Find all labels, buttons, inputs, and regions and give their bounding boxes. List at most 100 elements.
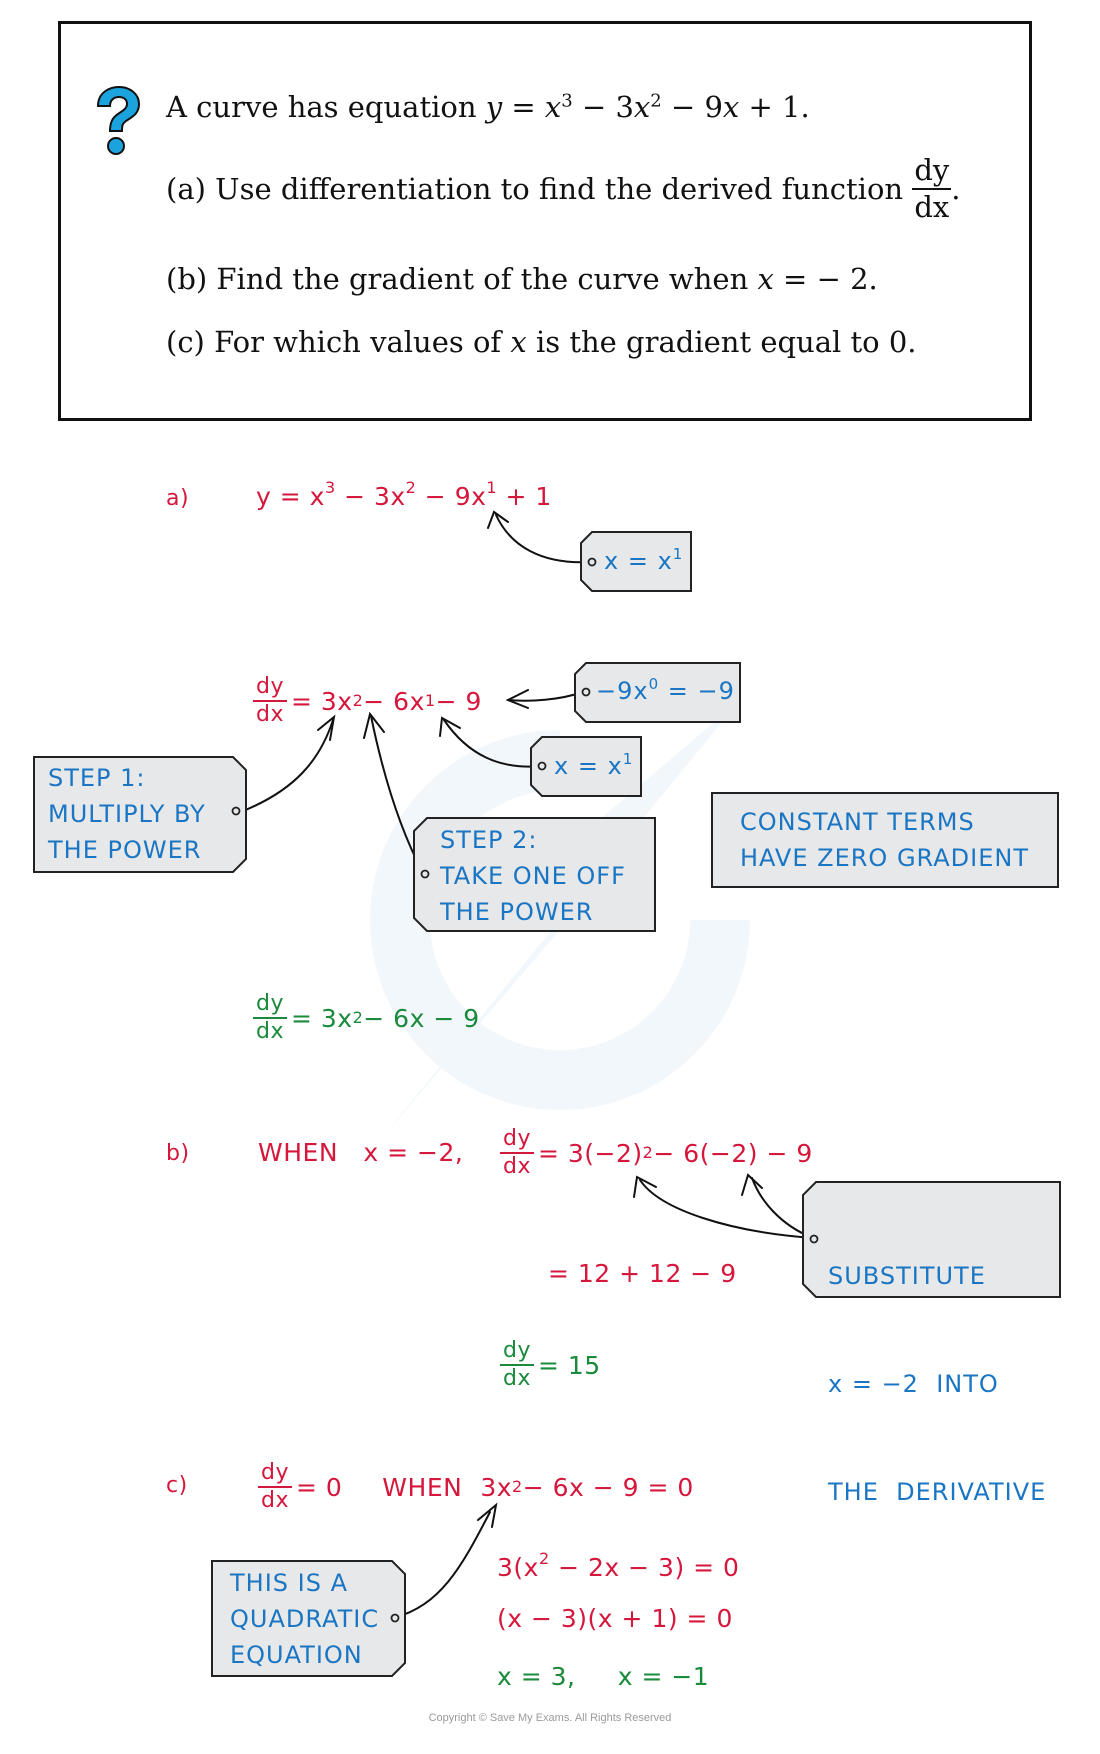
part-b-label: b) [166, 1141, 190, 1166]
eq-part: − 6x − 9 = 0 [522, 1472, 694, 1502]
question-part-b: (b) Find the gradient of the curve when … [166, 262, 878, 296]
part-b-text: Find the gradient of the curve when [216, 262, 749, 296]
part-label: (a) [166, 172, 206, 206]
step1-line: THE POWER [48, 836, 202, 864]
question-intro: A curve has equation y = x3 − 3x2 − 9x +… [166, 90, 810, 124]
simplified-equation: = 12 + 12 − 9 [548, 1259, 737, 1288]
tag-exp: 1 [622, 750, 634, 768]
dy-dx-fraction: dy dx [500, 1340, 534, 1390]
eq-exp: 3 [561, 90, 573, 112]
solutions-answer: x = 3, x = −1 [497, 1662, 710, 1691]
arrow-head [741, 1173, 763, 1196]
dy-dx-fraction: dy dx [258, 1462, 292, 1512]
derivative-step-equation: dy dx = 3x 2 − 6x 1 − 9 [253, 676, 482, 726]
question-mark-icon [96, 86, 141, 155]
part-c-text: For which values of [214, 325, 502, 359]
tag-constant-term: −9x0 = −9 [596, 673, 735, 709]
fraction-numerator: dy [912, 156, 952, 190]
eq-part: + 1 [497, 482, 552, 511]
fraction-numerator: dy [253, 676, 287, 702]
step1-box: STEP 1: MULTIPLY BY THE POWER [48, 760, 206, 868]
arrow-head [505, 689, 529, 709]
arrow-head [633, 1175, 657, 1198]
part-a-text: Use differentiation to find the derived … [215, 172, 904, 206]
derivative-result: dy dx = 3x 2 − 6x − 9 [253, 993, 480, 1043]
substitute-box: SUBSTITUTE x = −2 INTO THE DERIVATIVE [828, 1186, 1046, 1546]
fraction-numerator: dy [258, 1462, 292, 1488]
eq-part: − 6x [363, 686, 425, 716]
question-part-a: (a) Use differentiation to find the deri… [166, 146, 960, 232]
dy-dx-fraction: dy dx [253, 676, 287, 726]
tag-text: −9x [596, 677, 649, 705]
eq-term: x [633, 90, 651, 124]
dy-dx-fraction: dy dx [500, 1128, 534, 1178]
eq-part: − 3x [335, 482, 406, 511]
eq-exp: 2 [405, 478, 417, 497]
variable: x [510, 325, 527, 359]
quadratic-line: EQUATION [230, 1641, 363, 1669]
eq-part: 3(x [497, 1553, 539, 1582]
step2-line: THE POWER [440, 898, 594, 926]
fraction-denominator: dx [261, 1488, 289, 1513]
eq-exp: 2 [538, 1549, 550, 1568]
eq-term: − 3 [581, 90, 634, 124]
eq-term: x [722, 90, 740, 124]
part-c-text: is the gradient equal to 0. [535, 325, 917, 359]
quadratic-line: THIS IS A [230, 1569, 349, 1597]
eq-part: − 6(−2) − 9 [653, 1138, 813, 1168]
eq-term: x [544, 90, 562, 124]
dy-dx-fraction: dy dx [912, 156, 952, 224]
eq-part: − 9 [435, 686, 482, 716]
condition-equation: dy dx = 0 WHEN 3x 2 − 6x − 9 = 0 [258, 1462, 694, 1512]
eq-part: y = x [256, 482, 325, 511]
factored-equation-2: (x − 3)(x + 1) = 0 [497, 1604, 733, 1633]
arrow [639, 1179, 814, 1239]
dy-dx-fraction: dy dx [253, 993, 287, 1043]
substitute-line: x = −2 INTO [828, 1370, 999, 1398]
fraction-denominator: dx [256, 702, 284, 727]
eq-part: − 6x − 9 [363, 1003, 480, 1033]
part-label: (b) [166, 262, 208, 296]
step2-line: STEP 2: [440, 826, 538, 854]
eq-part: = 3(−2) [537, 1138, 643, 1168]
tag-exp: 0 [648, 675, 660, 693]
tag-exp: 1 [672, 545, 684, 563]
eq-term: + 1. [748, 90, 810, 124]
original-equation: y = x3 − 3x2 − 9x1 + 1 [256, 480, 552, 511]
part-b-value: = − 2. [773, 262, 878, 296]
question-intro-text: A curve has equation [166, 90, 477, 124]
constant-line: CONSTANT TERMS [740, 808, 975, 836]
arrow [507, 691, 584, 702]
arrow-head [487, 510, 509, 529]
substitute-line: THE DERIVATIVE [828, 1478, 1047, 1506]
step2-line: TAKE ONE OFF [440, 862, 626, 890]
eq-part: = 15 [537, 1350, 601, 1380]
fraction-denominator: dx [914, 190, 950, 224]
period: . [951, 172, 961, 206]
step1-line: MULTIPLY BY [48, 800, 206, 828]
quadratic-box: THIS IS A QUADRATIC EQUATION [230, 1565, 379, 1673]
eq-part: = 3x [290, 686, 353, 716]
eq-lhs: y [485, 90, 503, 124]
part-label: (c) [166, 325, 205, 359]
tag-x-equals-x1-second: x = x1 [554, 748, 633, 784]
variable: x [757, 262, 774, 296]
tag-text: x = x [554, 752, 623, 780]
part-c-label: c) [166, 1473, 188, 1498]
fraction-numerator: dy [500, 1128, 534, 1154]
fraction-numerator: dy [253, 993, 287, 1019]
eq-exp: 3 [324, 478, 336, 497]
eq-part: 3x [480, 1472, 513, 1502]
tag-text: x = x [604, 547, 673, 575]
fraction-denominator: dx [256, 1019, 284, 1044]
copyright-footer: Copyright © Save My Exams. All Rights Re… [428, 1712, 672, 1724]
when-text: WHEN [382, 1472, 463, 1502]
eq-part: = 3x [290, 1003, 353, 1033]
substitute-line: SUBSTITUTE [828, 1262, 986, 1290]
fraction-denominator: dx [503, 1366, 531, 1391]
substitution-equation: dy dx = 3(−2) 2 − 6(−2) − 9 [500, 1128, 813, 1178]
eq-part: − 2x − 3) = 0 [549, 1553, 740, 1582]
when-x-equals: WHEN x = −2, [258, 1138, 464, 1167]
part-a-label: a) [166, 486, 190, 511]
fraction-denominator: dx [503, 1154, 531, 1179]
